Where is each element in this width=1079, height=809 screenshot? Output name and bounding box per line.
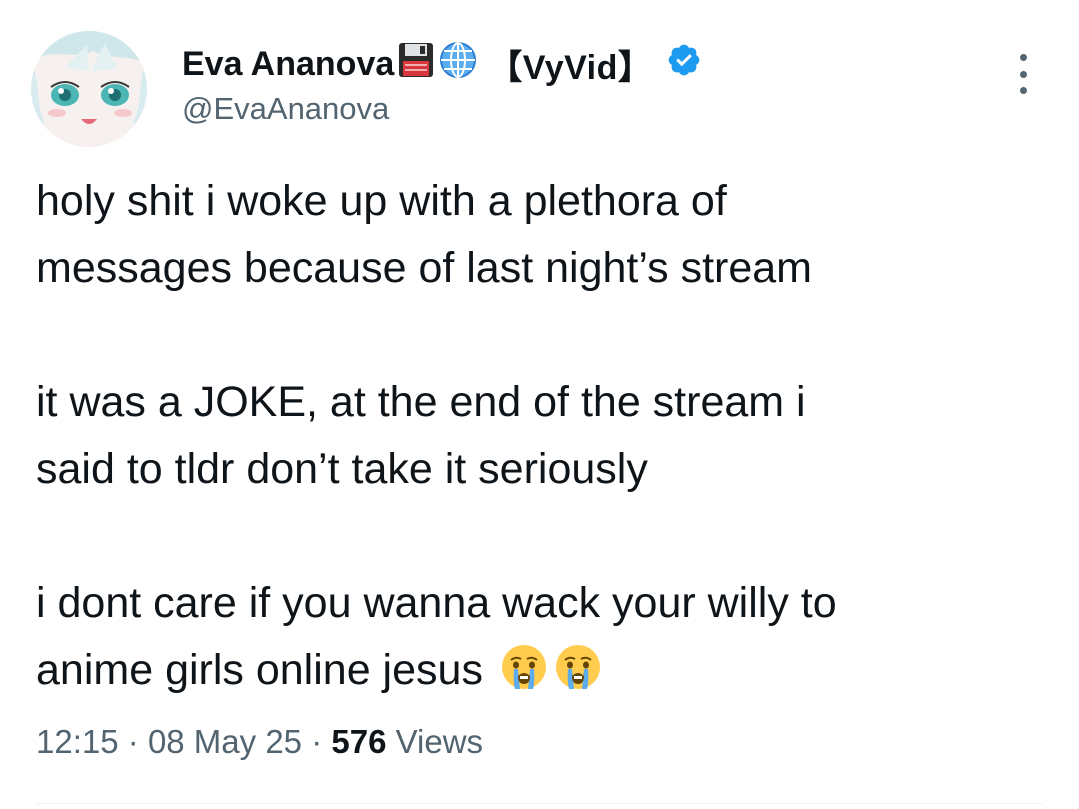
divider: [36, 803, 1043, 804]
views-label[interactable]: Views: [396, 723, 483, 760]
meta-separator: ·: [127, 723, 139, 760]
tweet-line: holy shit i woke up with a plethora of: [36, 177, 727, 225]
tweet-paragraph: holy shit i woke up with a plethora of m…: [36, 168, 1046, 302]
views-count[interactable]: 576: [331, 723, 386, 760]
tweet-time[interactable]: 12:15: [36, 723, 119, 760]
tweet-paragraph: i dont care if you wanna wack your willy…: [36, 570, 1046, 712]
author-handle[interactable]: @EvaAnanova: [182, 91, 389, 127]
avatar-image: [31, 31, 147, 147]
globe-icon: [438, 40, 478, 89]
avatar[interactable]: [31, 31, 147, 147]
display-name-row[interactable]: Eva Ananova 【VyVid】: [182, 40, 702, 89]
tweet-line: said to tldr don’t take it seriously: [36, 445, 648, 493]
tweet-text: holy shit i woke up with a plethora of m…: [36, 168, 1046, 712]
display-name[interactable]: Eva Ananova: [182, 45, 394, 84]
tweet-paragraph: it was a JOKE, at the end of the stream …: [36, 369, 1046, 503]
tweet-line: it was a JOKE, at the end of the stream …: [36, 378, 806, 426]
tweet-meta: 12:15 · 08 May 25 · 576 Views: [36, 723, 483, 761]
crying-face-icon: [553, 642, 603, 712]
floppy-disk-icon: [397, 41, 435, 88]
tweet-date[interactable]: 08 May 25: [148, 723, 302, 760]
tweet-line: anime girls online jesus: [36, 646, 483, 694]
tweet-line: messages because of last night’s stream: [36, 244, 812, 292]
verified-badge-icon[interactable]: [666, 42, 702, 87]
meta-separator: ·: [311, 723, 323, 760]
tweet-line: i dont care if you wanna wack your willy…: [36, 579, 837, 627]
crying-face-icon: [499, 642, 549, 712]
display-name-suffix[interactable]: 【VyVid】: [488, 40, 652, 89]
more-options-icon[interactable]: [1012, 54, 1034, 94]
